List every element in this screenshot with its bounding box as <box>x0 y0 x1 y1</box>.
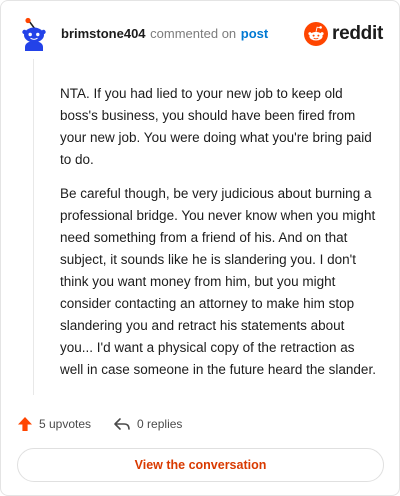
byline-action-text: commented on <box>150 26 237 41</box>
view-conversation-button[interactable]: View the conversation <box>17 448 384 482</box>
replies-label: 0 replies <box>137 417 183 431</box>
replies-count[interactable]: 0 replies <box>113 416 182 432</box>
upvotes-label: 5 upvotes <box>39 417 92 431</box>
upvotes-count[interactable]: 5 upvotes <box>17 416 91 432</box>
comment-embed-card: brimstone404 commented on post reddit NT… <box>0 0 400 496</box>
username-link[interactable]: brimstone404 <box>61 26 146 41</box>
comment-paragraph: NTA. If you had lied to your new job to … <box>60 86 372 167</box>
reddit-wordmark: reddit <box>332 23 383 44</box>
comment-paragraph: Be careful though, be very judicious abo… <box>60 186 376 377</box>
comment-byline: brimstone404 commented on post <box>61 26 268 41</box>
upvote-arrow-icon <box>18 417 32 431</box>
reddit-brand-link[interactable]: reddit <box>304 21 383 47</box>
reply-arrow-icon <box>114 418 130 430</box>
thread-line <box>33 59 34 395</box>
snoo-avatar-icon <box>22 17 46 51</box>
comment-body: NTA. If you had lied to your new job to … <box>60 83 380 393</box>
user-avatar[interactable] <box>17 17 51 51</box>
reddit-logo-icon <box>304 22 329 46</box>
post-link[interactable]: post <box>241 26 268 41</box>
comment-actions: 5 upvotes 0 replies <box>17 413 182 435</box>
comment-header: brimstone404 commented on post reddit <box>17 17 383 51</box>
